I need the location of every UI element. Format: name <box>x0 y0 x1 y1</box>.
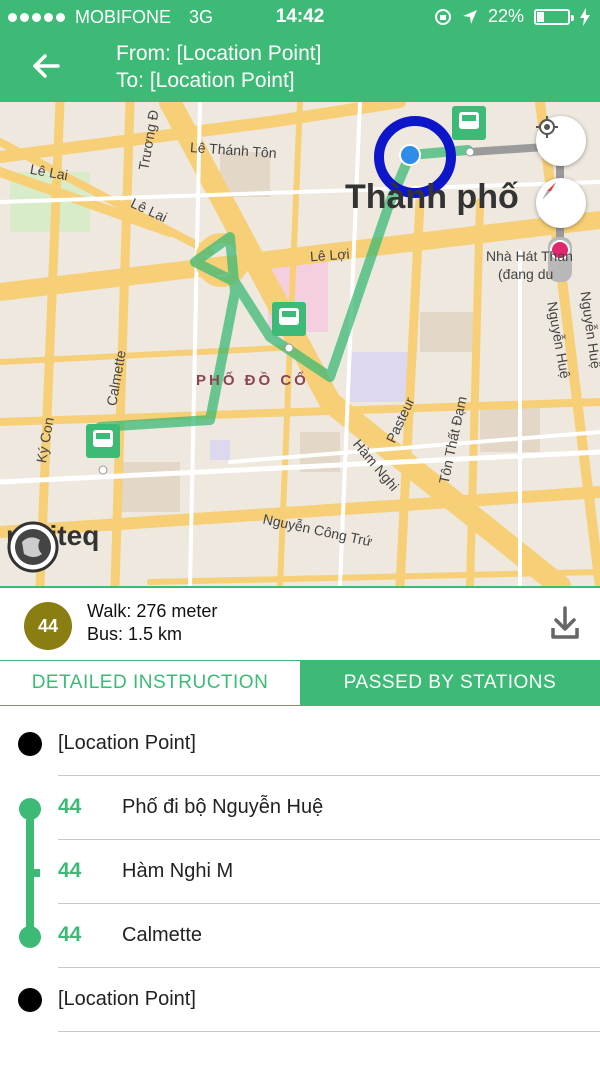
my-location-button[interactable] <box>536 116 586 166</box>
route-distances: Walk: 276 meter Bus: 1.5 km <box>87 600 217 646</box>
map-district-label: PHỐ ĐỒ CỔ <box>196 372 309 389</box>
route-endpoints: From: [Location Point] To: [Location Poi… <box>116 40 321 94</box>
start-point-icon <box>18 732 42 756</box>
stations-list: [Location Point] 44 Phố đi bộ Nguyễn Huệ… <box>0 712 600 1032</box>
station-tick-icon <box>30 869 40 877</box>
download-button[interactable] <box>550 606 582 642</box>
rotation-lock-icon <box>434 8 451 25</box>
tab-passed-by-stations[interactable]: PASSED BY STATIONS <box>300 661 600 705</box>
map-attribution: nutiteq <box>6 520 99 573</box>
route-summary: 44 Walk: 276 meter Bus: 1.5 km <box>0 586 600 660</box>
station-dot-icon <box>19 798 41 820</box>
status-right: 22% <box>434 6 590 27</box>
route-map[interactable]: Lê Thánh Tôn Lê Lai Lê Lai Trương Đ Lê L… <box>0 102 600 586</box>
end-point-label: [Location Point] <box>58 988 196 1010</box>
back-button[interactable] <box>28 48 68 88</box>
list-item-end[interactable]: [Location Point] <box>0 968 600 1032</box>
arrow-left-icon <box>33 54 60 78</box>
map-street-label: Lê Lợi <box>309 245 351 265</box>
battery-percent: 22% <box>487 6 524 26</box>
list-item-start[interactable]: [Location Point] <box>0 712 600 776</box>
station-name: Hàm Nghi M <box>122 860 234 882</box>
station-route-number: 44 <box>58 923 82 946</box>
station-row[interactable]: 44 Calmette <box>0 904 600 968</box>
to-label: To: [Location Point] <box>116 69 295 92</box>
globe-icon <box>7 521 59 573</box>
status-bar: MOBIFONE 3G 14:42 22% <box>0 0 600 34</box>
from-label: From: [Location Point] <box>116 42 322 65</box>
route-number-badge: 44 <box>24 602 72 650</box>
station-route-number: 44 <box>58 795 82 818</box>
compass-button[interactable] <box>536 178 586 228</box>
end-point-icon <box>18 988 42 1012</box>
station-row[interactable]: 44 Phố đi bộ Nguyễn Huệ <box>0 776 600 840</box>
station-name: Calmette <box>122 924 203 946</box>
walk-distance: Walk: 276 meter <box>87 601 218 621</box>
compass-icon <box>542 182 556 200</box>
tab-bar: DETAILED INSTRUCTION PASSED BY STATIONS <box>0 660 600 706</box>
location-arrow-icon <box>462 9 477 24</box>
station-row[interactable]: 44 Hàm Nghi M <box>0 840 600 904</box>
bus-distance: Bus: 1.5 km <box>87 624 183 644</box>
start-point-label: [Location Point] <box>58 732 196 754</box>
crosshair-icon <box>536 116 558 138</box>
top-bar: MOBIFONE 3G 14:42 22% From: [Location Po… <box>0 0 600 102</box>
station-name: Phố đi bộ Nguyễn Huệ <box>122 796 324 818</box>
charging-icon <box>580 7 590 26</box>
map-canvas <box>0 102 600 586</box>
map-district-label: Thành phố <box>345 178 519 216</box>
tab-detailed-instruction[interactable]: DETAILED INSTRUCTION <box>0 661 300 705</box>
station-route-number: 44 <box>58 859 82 882</box>
map-place-label: Nhà Hát Than <box>486 248 573 264</box>
station-dot-icon <box>19 926 41 948</box>
map-place-label: (đang du <box>498 266 554 282</box>
battery-icon <box>534 8 574 25</box>
download-icon <box>551 606 579 639</box>
